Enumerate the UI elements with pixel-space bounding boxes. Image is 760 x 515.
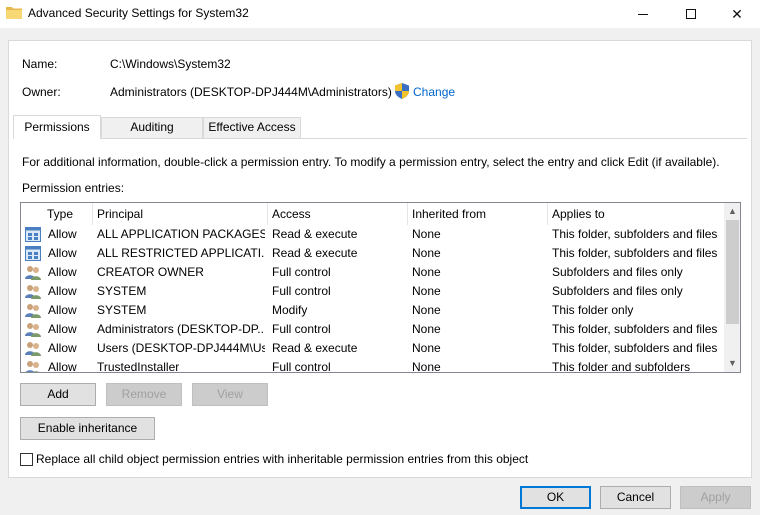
table-row[interactable]: Allow SYSTEM Modify None This folder only	[21, 301, 724, 320]
remove-button[interactable]: Remove	[106, 383, 182, 406]
cell-type: Allow	[48, 284, 77, 298]
table-row[interactable]: Allow ALL APPLICATION PACKAGES Read & exec…	[21, 225, 724, 244]
title-bar: Advanced Security Settings for System32 …	[0, 0, 760, 28]
content-panel: Name: C:\Windows\System32 Owner: Adminis…	[8, 40, 752, 478]
table-row[interactable]: Allow ALL RESTRICTED APPLICATI... Read & e…	[21, 244, 724, 263]
tab-effective-access[interactable]: Effective Access	[203, 117, 301, 138]
table-row[interactable]: Allow TrustedInstaller Full control None Thi…	[21, 358, 724, 373]
cell-applies-to: This folder, subfolders and files	[552, 322, 718, 336]
scroll-down-icon[interactable]: ▼	[724, 355, 740, 372]
cell-access: Read & execute	[272, 341, 358, 355]
cell-applies-to: Subfolders and files only	[552, 284, 683, 298]
cell-principal: ALL APPLICATION PACKAGES	[97, 227, 265, 241]
name-label: Name:	[22, 57, 58, 71]
folder-icon	[6, 7, 22, 19]
cell-access: Read & execute	[272, 246, 358, 260]
cell-inherited-from: None	[412, 341, 441, 355]
cell-type: Allow	[48, 303, 77, 317]
tab-auditing[interactable]: Auditing	[101, 117, 203, 138]
window-title: Advanced Security Settings for System32	[28, 6, 249, 20]
cell-inherited-from: None	[412, 246, 441, 260]
column-header-access[interactable]: Access	[268, 203, 408, 225]
cell-applies-to: Subfolders and files only	[552, 265, 683, 279]
cell-principal: TrustedInstaller	[97, 360, 180, 373]
users-icon	[25, 360, 41, 372]
cell-type: Allow	[48, 246, 77, 260]
vertical-scrollbar[interactable]: ▲ ▼	[724, 203, 740, 372]
cell-type: Allow	[48, 322, 77, 336]
cell-principal: SYSTEM	[97, 284, 147, 298]
permissions-description: For additional information, double-click…	[22, 155, 720, 169]
replace-child-permissions-label[interactable]: Replace all child object permission entr…	[36, 452, 528, 466]
scroll-thumb[interactable]	[726, 220, 739, 324]
cell-inherited-from: None	[412, 227, 441, 241]
cancel-button[interactable]: Cancel	[600, 486, 671, 509]
cell-applies-to: This folder, subfolders and files	[552, 227, 718, 241]
users-icon	[25, 303, 41, 318]
permission-entries-label: Permission entries:	[22, 181, 125, 195]
dialog-body: Name: C:\Windows\System32 Owner: Adminis…	[0, 28, 760, 515]
users-icon	[25, 265, 41, 280]
cell-applies-to: This folder, subfolders and files	[552, 341, 718, 355]
change-owner-link[interactable]: Change	[413, 85, 455, 99]
column-header-principal[interactable]: Principal	[93, 203, 268, 225]
owner-label: Owner:	[22, 85, 61, 99]
cell-principal: Users (DESKTOP-DPJ444M\Us...	[97, 341, 265, 355]
cell-access: Modify	[272, 303, 308, 317]
table-row[interactable]: Allow Administrators (DESKTOP-DP... Full c…	[21, 320, 724, 339]
cell-inherited-from: None	[412, 265, 441, 279]
add-button[interactable]: Add	[20, 383, 96, 406]
apply-button[interactable]: Apply	[680, 486, 751, 509]
uac-shield-icon	[395, 83, 409, 99]
cell-principal: ALL RESTRICTED APPLICATI...	[97, 246, 265, 260]
ok-button[interactable]: OK	[520, 486, 591, 509]
list-header: Type Principal Access Inherited from App…	[21, 203, 724, 225]
name-value: C:\Windows\System32	[110, 57, 231, 71]
close-icon: ✕	[731, 5, 743, 22]
cell-access: Full control	[272, 322, 331, 336]
cell-type: Allow	[48, 265, 77, 279]
enable-inheritance-button[interactable]: Enable inheritance	[20, 417, 155, 440]
cell-type: Allow	[48, 360, 77, 373]
minimize-button[interactable]	[620, 0, 666, 28]
app-package-icon	[25, 246, 41, 261]
cell-applies-to: This folder and subfolders	[552, 360, 691, 373]
cell-applies-to: This folder only	[552, 303, 634, 317]
cell-inherited-from: None	[412, 303, 441, 317]
cell-inherited-from: None	[412, 284, 441, 298]
maximize-button[interactable]	[668, 0, 714, 28]
maximize-icon	[686, 9, 696, 19]
cell-principal: Administrators (DESKTOP-DP...	[97, 322, 265, 336]
cell-access: Full control	[272, 265, 331, 279]
minimize-icon	[638, 13, 648, 15]
cell-access: Full control	[272, 360, 331, 373]
column-header-inherited-from[interactable]: Inherited from	[408, 203, 548, 225]
table-row[interactable]: Allow SYSTEM Full control None Subfolders an…	[21, 282, 724, 301]
cell-type: Allow	[48, 341, 77, 355]
app-package-icon	[25, 227, 41, 242]
owner-value: Administrators (DESKTOP-DPJ444M\Administ…	[110, 85, 392, 99]
scroll-up-icon[interactable]: ▲	[724, 203, 740, 220]
users-icon	[25, 341, 41, 356]
cell-type: Allow	[48, 227, 77, 241]
permission-entries-list[interactable]: Type Principal Access Inherited from App…	[20, 202, 741, 373]
view-button[interactable]: View	[192, 383, 268, 406]
cell-inherited-from: None	[412, 322, 441, 336]
tab-permissions[interactable]: Permissions	[13, 115, 101, 139]
cell-principal: CREATOR OWNER	[97, 265, 204, 279]
column-header-applies-to[interactable]: Applies to	[548, 203, 724, 225]
cell-access: Full control	[272, 284, 331, 298]
column-header-type[interactable]: Type	[43, 203, 93, 225]
users-icon	[25, 322, 41, 337]
table-row[interactable]: Allow CREATOR OWNER Full control None Subfol…	[21, 263, 724, 282]
close-button[interactable]: ✕	[714, 0, 760, 28]
cell-applies-to: This folder, subfolders and files	[552, 246, 718, 260]
cell-principal: SYSTEM	[97, 303, 147, 317]
table-row[interactable]: Allow Users (DESKTOP-DPJ444M\Us... Read & …	[21, 339, 724, 358]
cell-access: Read & execute	[272, 227, 358, 241]
cell-inherited-from: None	[412, 360, 441, 373]
users-icon	[25, 284, 41, 299]
replace-child-permissions-checkbox[interactable]	[20, 453, 33, 466]
